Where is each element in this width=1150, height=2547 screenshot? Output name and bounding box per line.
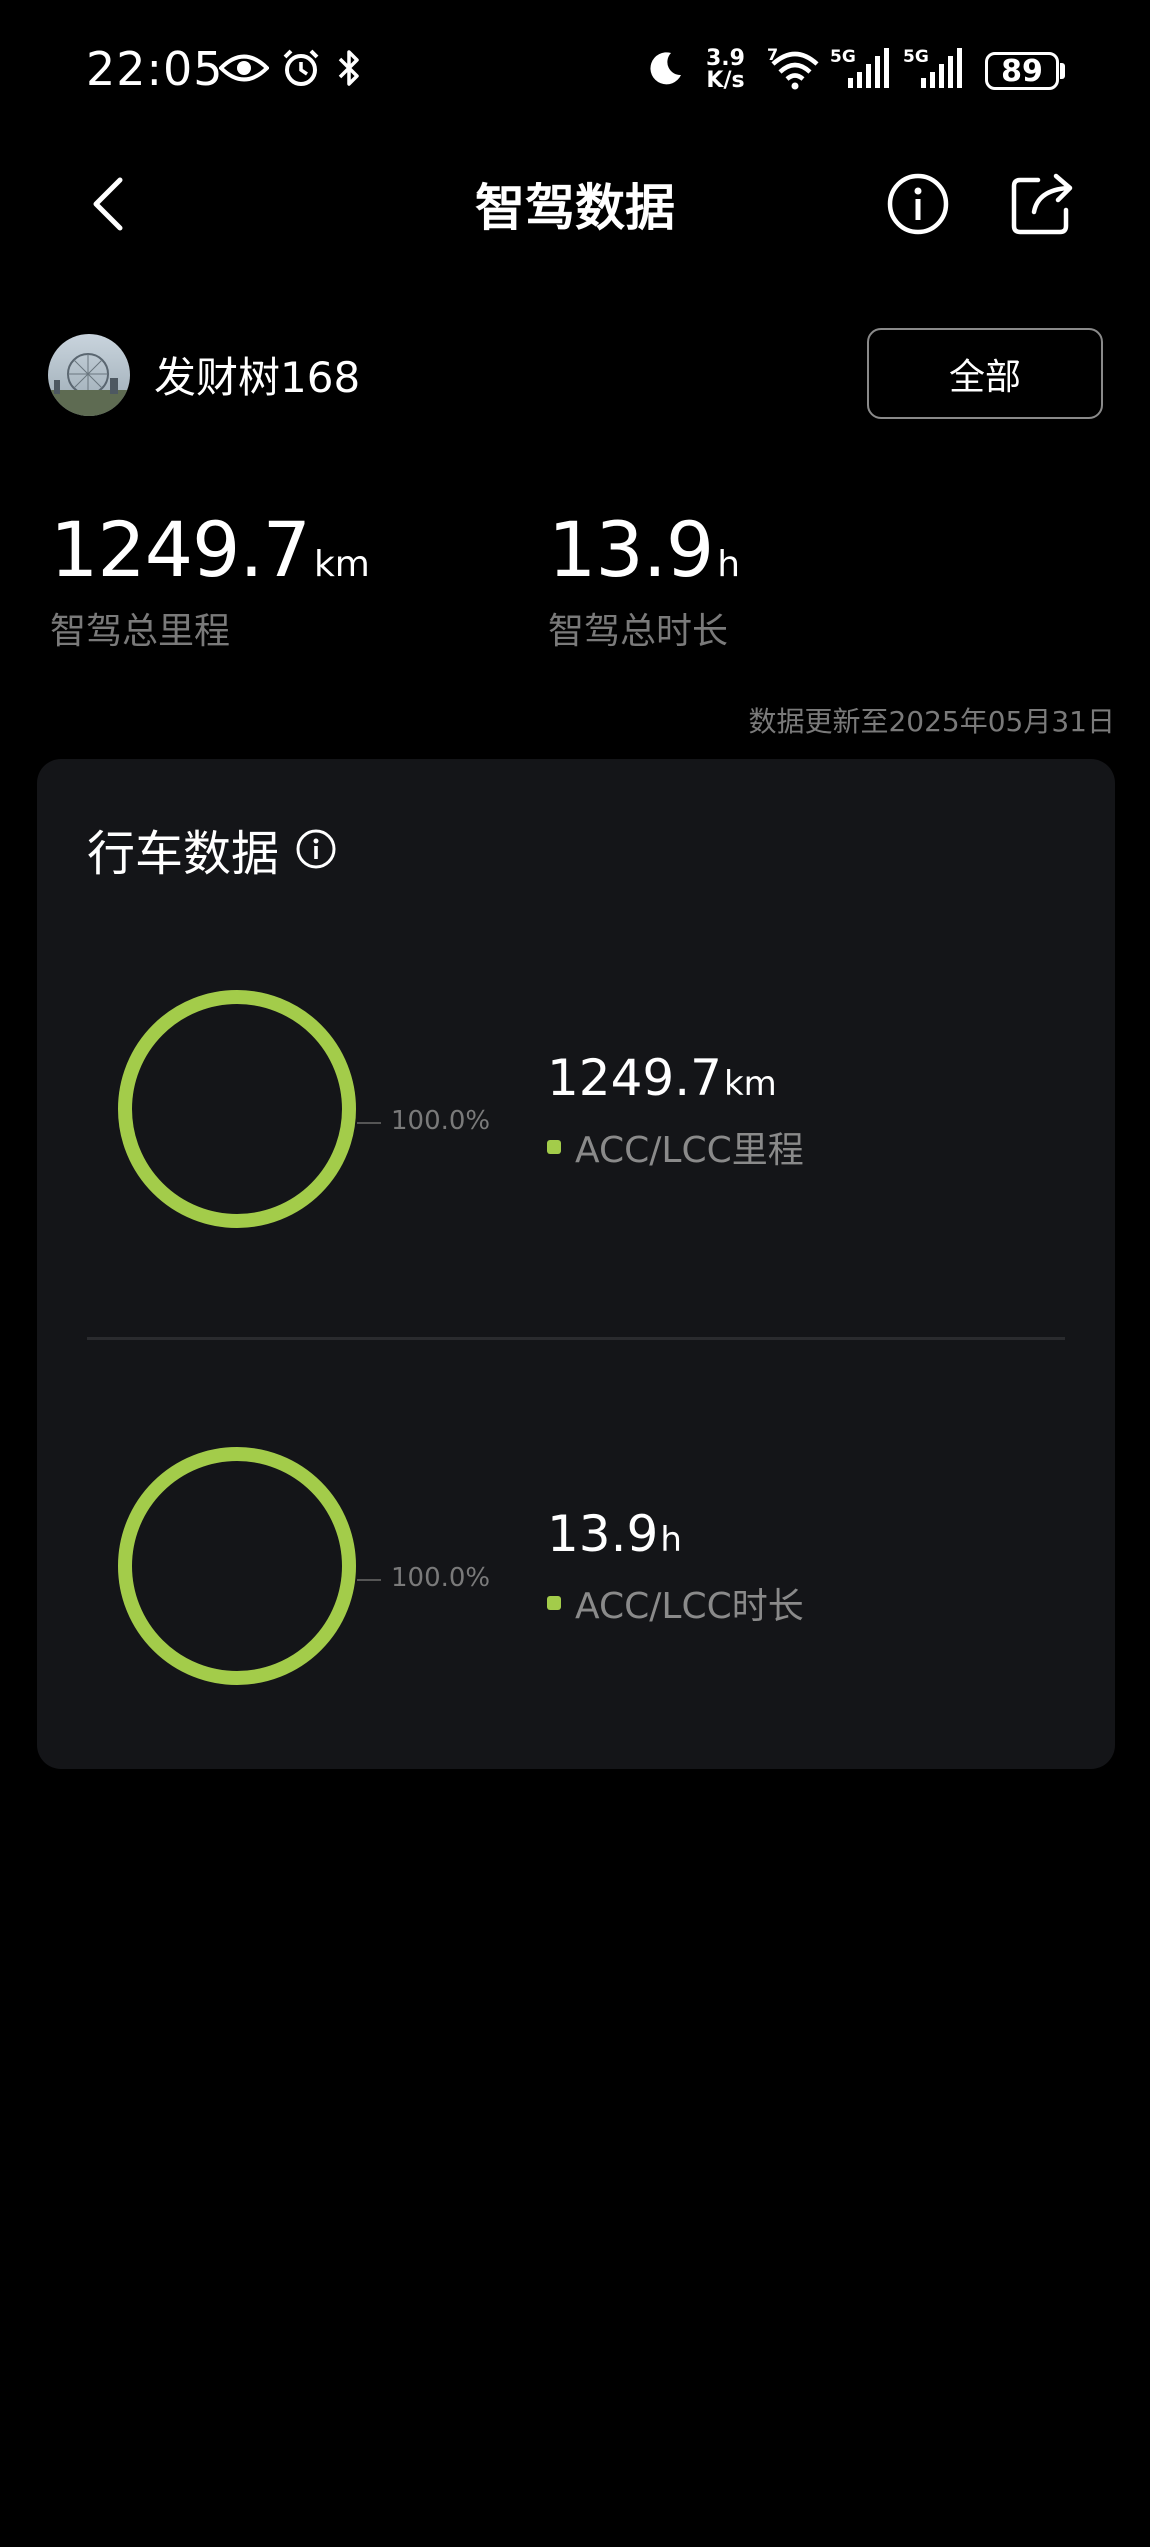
info-button[interactable] (884, 170, 952, 238)
update-note: 数据更新至2025年05月31日 (748, 705, 1115, 738)
distance-legend-label: ACC/LCC里程 (575, 1130, 804, 1171)
total-duration-unit: h (717, 544, 741, 585)
total-distance: 1249.7 km 智驾总里程 (50, 505, 370, 654)
card-title-text: 行车数据 (87, 826, 280, 882)
total-duration-value: 13.9 (548, 505, 714, 594)
legend-swatch (547, 1140, 561, 1154)
battery-icon: 89 (985, 52, 1059, 90)
share-button[interactable] (1008, 168, 1078, 238)
distance-donut-arc (118, 990, 356, 1228)
bluetooth-icon (332, 46, 366, 90)
percent-leader-line (357, 1122, 381, 1124)
distance-unit: km (723, 1064, 777, 1104)
total-distance-label: 智驾总里程 (50, 611, 231, 652)
info-icon (887, 173, 949, 235)
signal-icon: 5G (902, 46, 970, 90)
filter-all-button[interactable]: 全部 (867, 328, 1103, 419)
avatar[interactable] (48, 334, 130, 416)
driving-data-card: 行车数据 100.0% 1249.7km ACC/LCC里程 100.0% 13… (37, 759, 1115, 1769)
distance-legend: ACC/LCC里程 (547, 1121, 804, 1173)
page-title: 智驾数据 (475, 179, 675, 237)
card-title: 行车数据 (87, 814, 337, 884)
duration-donut-chart (118, 1447, 356, 1685)
moon-icon (644, 46, 688, 90)
network-speed: 3.9 K/s (706, 46, 745, 93)
duration-percent-label: 100.0% (391, 1563, 491, 1593)
percent-leader-line (357, 1579, 381, 1581)
total-duration-label: 智驾总时长 (548, 611, 729, 652)
distance-value: 1249.7 (547, 1049, 722, 1107)
total-distance-value: 1249.7 (50, 505, 311, 594)
duration-legend: ACC/LCC时长 (547, 1577, 804, 1629)
share-icon (1011, 173, 1073, 235)
total-duration: 13.9 h 智驾总时长 (548, 505, 740, 654)
divider (87, 1337, 1065, 1340)
battery-tip (1060, 63, 1065, 79)
total-distance-unit: km (313, 544, 370, 585)
signal-icon: 5G (830, 46, 894, 90)
duration-value: 13.9 (547, 1505, 659, 1563)
distance-metric: 1249.7km ACC/LCC里程 (547, 1049, 804, 1173)
duration-legend-label: ACC/LCC时长 (575, 1586, 804, 1627)
status-time: 22:05 (86, 42, 224, 96)
eye-icon (218, 46, 270, 90)
duration-donut-arc (118, 1447, 356, 1685)
distance-donut-chart (118, 990, 356, 1228)
status-bar: 22:05 3.9 K/s 7 5G 5G 89 (0, 0, 1150, 145)
duration-metric: 13.9h ACC/LCC时长 (547, 1505, 804, 1629)
sim2-label: 5G (903, 47, 929, 67)
info-icon[interactable] (295, 828, 337, 870)
alarm-icon (278, 46, 324, 90)
distance-percent-label: 100.0% (391, 1106, 491, 1136)
wifi-icon: 7 (764, 46, 826, 90)
sim1-label: 5G (830, 47, 856, 67)
username: 发财树168 (154, 353, 361, 402)
battery-level: 89 (1001, 53, 1043, 89)
duration-unit: h (660, 1520, 682, 1560)
legend-swatch (547, 1596, 561, 1610)
